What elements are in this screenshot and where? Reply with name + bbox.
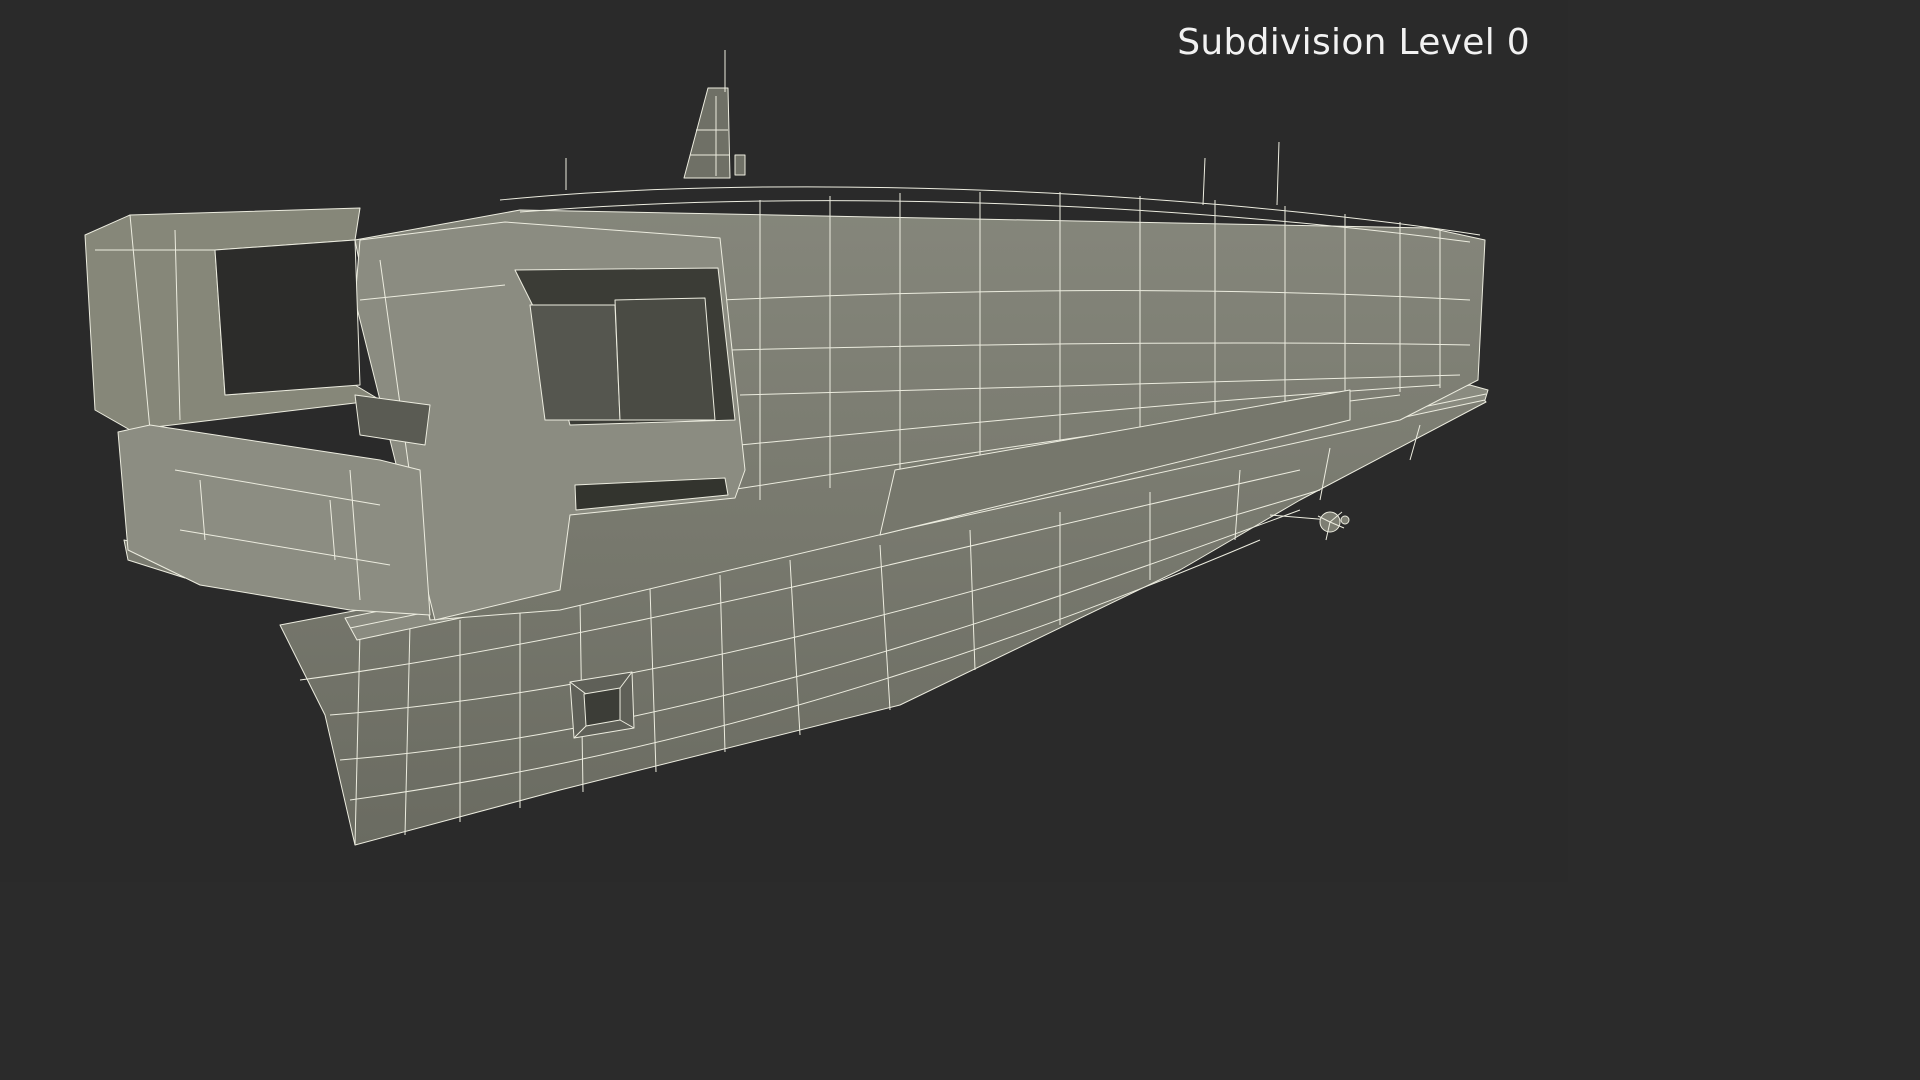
stern-transom	[117, 394, 431, 616]
render-viewport: Subdivision Level 0	[0, 0, 1568, 882]
boat-wireframe-model	[84, 50, 1489, 846]
aft-frame	[84, 207, 381, 431]
mast	[565, 50, 1280, 206]
propeller-icon	[1269, 511, 1350, 541]
